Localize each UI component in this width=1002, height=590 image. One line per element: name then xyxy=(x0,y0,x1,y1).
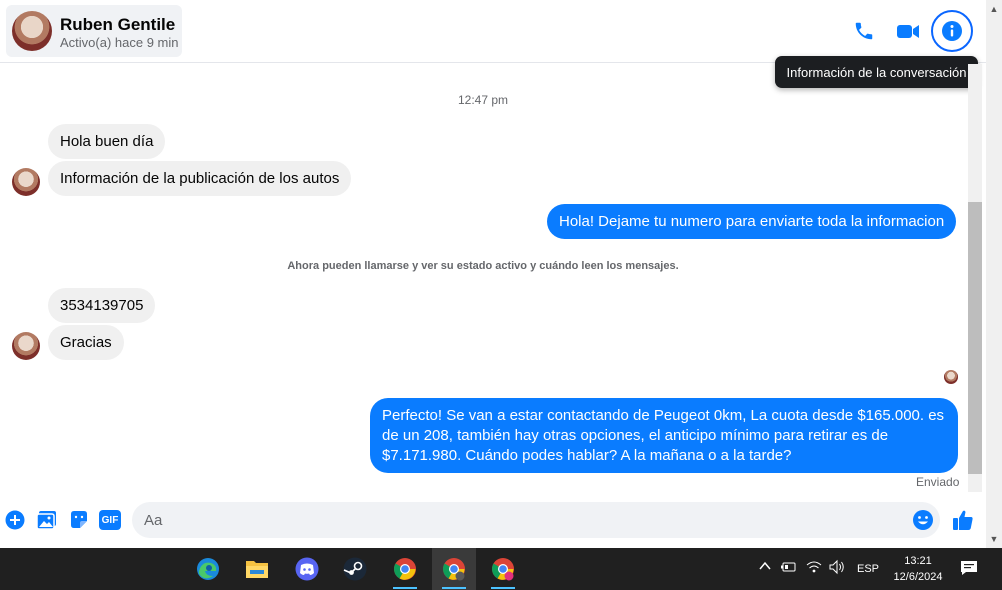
message-outgoing-long[interactable]: Perfecto! Se van a estar contactando de … xyxy=(370,398,958,473)
contact-avatar-small[interactable] xyxy=(12,332,40,360)
notification-icon[interactable] xyxy=(960,560,978,579)
battery-icon[interactable] xyxy=(780,560,798,577)
scroll-up-arrow-icon[interactable]: ▲ xyxy=(989,4,999,14)
contact-avatar[interactable] xyxy=(12,11,52,51)
like-button[interactable] xyxy=(951,508,975,532)
emoji-icon xyxy=(913,510,933,530)
info-tooltip: Información de la conversación xyxy=(775,56,978,88)
file-explorer-icon xyxy=(246,561,268,578)
chrome-icon xyxy=(443,558,465,581)
conversation-scrollbar[interactable] xyxy=(968,64,982,492)
scrollbar-thumb[interactable] xyxy=(968,202,982,474)
windows-taskbar: ESP 13:21 12/6/2024 xyxy=(0,548,1002,590)
steam-icon xyxy=(343,557,367,581)
edge-icon xyxy=(197,558,219,580)
messenger-window: Ruben Gentile Activo(a) hace 9 min Infor… xyxy=(0,0,1002,590)
contact-name: Ruben Gentile xyxy=(60,15,176,34)
plus-circle-icon xyxy=(5,510,25,530)
message-line: Perfecto! Se van a estar contactando de … xyxy=(382,407,945,424)
info-icon xyxy=(942,21,962,41)
language-indicator[interactable]: ESP xyxy=(857,563,879,575)
taskbar-file-explorer[interactable] xyxy=(235,548,279,590)
chrome-icon xyxy=(394,558,416,580)
video-icon xyxy=(897,25,919,38)
conversation-notice: Ahora pueden llamarse y ver su estado ac… xyxy=(287,260,679,272)
photo-icon xyxy=(36,511,56,530)
message-composer: GIF xyxy=(0,496,986,546)
clock-date: 12/6/2024 xyxy=(893,571,943,583)
sticker-button[interactable] xyxy=(67,508,91,532)
sticker-icon xyxy=(71,511,87,528)
message-incoming[interactable]: Gracias xyxy=(48,325,124,360)
message-line: $7.171.980. Cuándo podes hablar? A la ma… xyxy=(382,447,792,464)
message-outgoing[interactable]: Hola! Dejame tu numero para enviarte tod… xyxy=(547,204,957,239)
discord-icon xyxy=(295,557,319,581)
message-incoming[interactable]: Información de la publicación de los aut… xyxy=(48,161,352,196)
taskbar-discord[interactable] xyxy=(285,548,329,590)
message-timestamp: 12:47 pm xyxy=(457,93,509,107)
phone-icon xyxy=(855,22,873,40)
message-incoming[interactable]: Hola buen día xyxy=(48,124,166,159)
audio-call-button[interactable] xyxy=(843,10,885,52)
clock-time: 13:21 xyxy=(904,555,932,567)
video-call-button[interactable] xyxy=(887,10,929,52)
volume-icon[interactable] xyxy=(828,559,846,578)
emoji-button[interactable] xyxy=(911,508,935,532)
page-scrollbar[interactable]: ▲ ▼ xyxy=(986,0,1002,548)
seen-indicator-avatar xyxy=(944,370,958,384)
taskbar-edge[interactable] xyxy=(186,548,230,590)
message-line: de un 208, también hay otras opciones, e… xyxy=(382,427,889,444)
taskbar-chrome-1[interactable] xyxy=(383,548,427,590)
message-input[interactable] xyxy=(132,502,940,538)
conversation-info-button[interactable] xyxy=(931,10,973,52)
more-actions-button[interactable] xyxy=(3,508,27,532)
gif-icon: GIF xyxy=(99,510,121,530)
chrome-icon xyxy=(492,558,514,581)
chevron-up-icon[interactable] xyxy=(758,559,772,576)
chat-header: Ruben Gentile Activo(a) hace 9 min xyxy=(0,0,1002,63)
taskbar-chrome-2[interactable] xyxy=(432,548,476,590)
sent-status: Enviado xyxy=(916,475,960,489)
thumbs-up-icon xyxy=(953,510,973,530)
taskbar-clock[interactable]: 13:21 12/6/2024 xyxy=(888,553,948,585)
gif-button[interactable]: GIF xyxy=(98,508,122,532)
contact-status: Activo(a) hace 9 min xyxy=(60,35,179,50)
scroll-down-arrow-icon[interactable]: ▼ xyxy=(989,534,999,544)
contact-avatar-small[interactable] xyxy=(12,168,40,196)
wifi-icon[interactable] xyxy=(806,560,822,577)
contact-info[interactable]: Ruben Gentile Activo(a) hace 9 min xyxy=(6,5,182,57)
attach-photo-button[interactable] xyxy=(35,508,59,532)
taskbar-chrome-3[interactable] xyxy=(481,548,525,590)
taskbar-steam[interactable] xyxy=(333,548,377,590)
message-incoming[interactable]: 3534139705 xyxy=(48,288,156,323)
gif-label: GIF xyxy=(101,514,119,526)
